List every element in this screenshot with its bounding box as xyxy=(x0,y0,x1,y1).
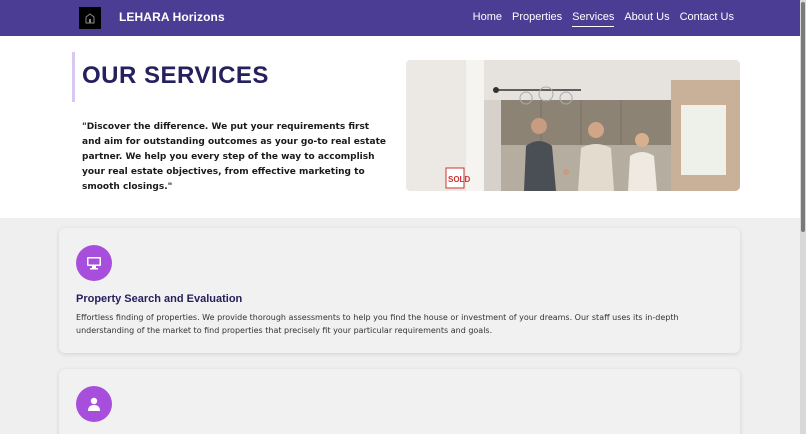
navbar: LEHARA Horizons Home Properties Services… xyxy=(0,0,800,36)
title-accent-bar xyxy=(72,52,75,102)
nav-home[interactable]: Home xyxy=(473,11,502,27)
service-title: Property Search and Evaluation xyxy=(76,293,243,305)
monitor-icon xyxy=(87,257,101,270)
logo[interactable] xyxy=(79,7,101,29)
hero-quote: "Discover the difference. We put your re… xyxy=(82,122,386,192)
service-icon-circle xyxy=(76,386,112,422)
service-card: Property Search and Evaluation Effortles… xyxy=(59,228,740,353)
sold-sign-text: SOLD xyxy=(448,175,470,184)
nav-about-us[interactable]: About Us xyxy=(624,11,669,27)
nav-contact-us[interactable]: Contact Us xyxy=(680,11,734,27)
hero-image: SOLD xyxy=(406,60,740,191)
nav-properties[interactable]: Properties xyxy=(512,11,562,27)
brand-name[interactable]: LEHARA Horizons xyxy=(119,10,225,24)
service-icon-circle xyxy=(76,245,112,281)
agents-handshake-illustration: SOLD xyxy=(406,60,740,191)
scrollbar-thumb[interactable] xyxy=(801,2,805,232)
service-card xyxy=(59,369,740,434)
main-nav: Home Properties Services About Us Contac… xyxy=(473,11,734,27)
page-scrollbar[interactable] xyxy=(800,0,806,434)
user-icon xyxy=(88,397,100,411)
service-description: Effortless finding of properties. We pro… xyxy=(76,313,679,335)
services-section: Property Search and Evaluation Effortles… xyxy=(0,218,800,434)
hero-section: OUR SERVICES "Discover the difference. W… xyxy=(0,36,800,218)
page-title: OUR SERVICES xyxy=(82,62,269,89)
house-logo-icon xyxy=(85,13,95,24)
nav-services[interactable]: Services xyxy=(572,11,615,27)
